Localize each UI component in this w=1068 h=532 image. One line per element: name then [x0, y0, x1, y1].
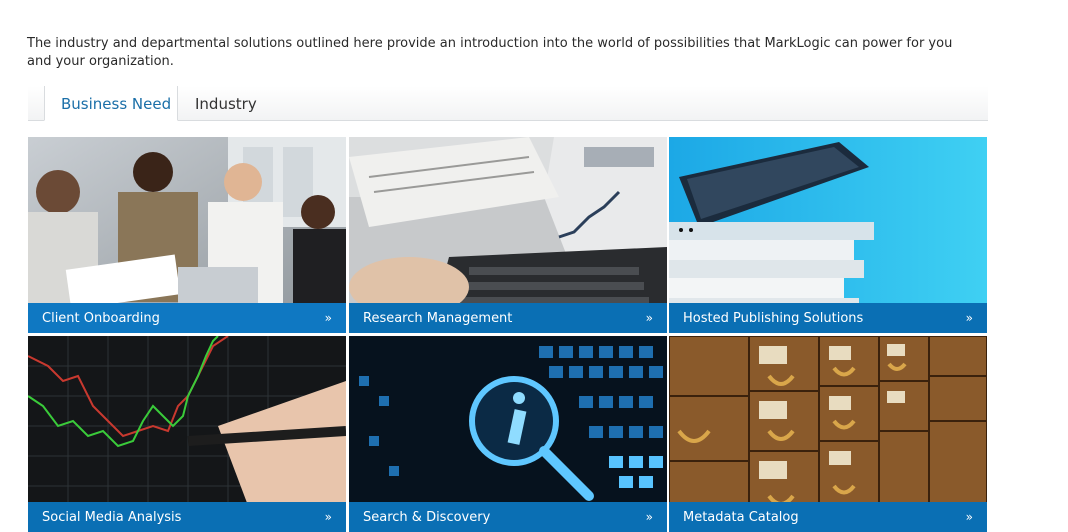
tile-caption: Social Media Analysis » [28, 502, 346, 532]
tile-caption: Search & Discovery » [349, 502, 667, 532]
tile-label: Client Onboarding [42, 311, 160, 326]
chevron-right-icon: » [965, 510, 973, 524]
tile-label: Metadata Catalog [683, 510, 799, 525]
chevron-right-icon: » [645, 510, 653, 524]
chevron-right-icon: » [324, 311, 332, 325]
tile-label: Social Media Analysis [42, 510, 182, 525]
intro-text: The industry and departmental solutions … [27, 36, 953, 69]
tile-caption: Research Management » [349, 303, 667, 333]
tile-caption: Client Onboarding » [28, 303, 346, 333]
tab-business-need[interactable]: Business Need [44, 86, 178, 121]
tab-industry[interactable]: Industry [195, 86, 257, 120]
tile-caption: Metadata Catalog » [669, 502, 987, 532]
tile-client-onboarding[interactable]: Client Onboarding » [28, 137, 346, 333]
tile-caption: Hosted Publishing Solutions » [669, 303, 987, 333]
tile-research-management[interactable]: Research Management » [349, 137, 667, 333]
tile-social-media-analysis[interactable]: Social Media Analysis » [28, 336, 346, 532]
tile-search-discovery[interactable]: Search & Discovery » [349, 336, 667, 532]
tile-metadata-catalog[interactable]: Metadata Catalog » [669, 336, 987, 532]
chevron-right-icon: » [645, 311, 653, 325]
tile-hosted-publishing-solutions[interactable]: Hosted Publishing Solutions » [669, 137, 987, 333]
solution-tabs: Business Need Industry [28, 86, 988, 121]
tile-label: Hosted Publishing Solutions [683, 311, 864, 326]
chevron-right-icon: » [324, 510, 332, 524]
chevron-right-icon: » [965, 311, 973, 325]
tile-label: Research Management [363, 311, 513, 326]
tile-label: Search & Discovery [363, 510, 491, 525]
solutions-grid: Client Onboarding » Research Management … [28, 137, 988, 532]
